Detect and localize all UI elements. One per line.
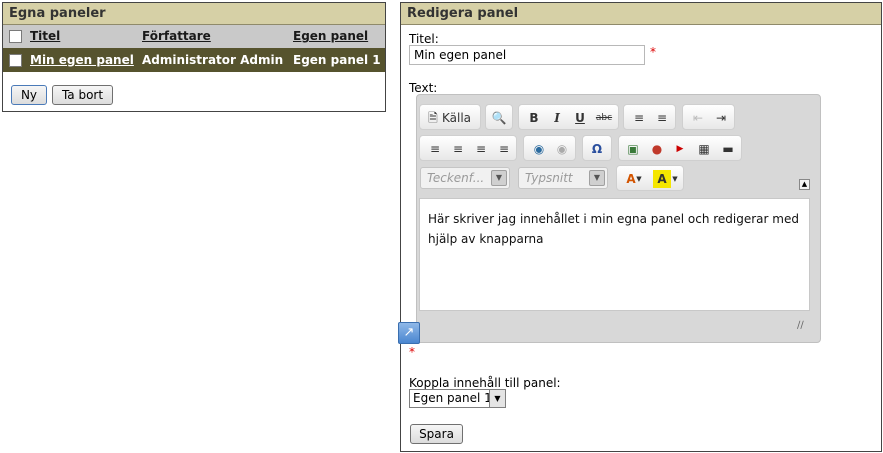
align-center-icon[interactable]: ≡ [449, 140, 467, 158]
bg-color-dropdown-icon[interactable]: ▼ [671, 170, 679, 188]
resize-handle-icon[interactable]: ∕∕ [797, 320, 809, 332]
own-panels-panel: Egna paneler Titel Författare Egen panel… [2, 2, 386, 112]
align-left-icon[interactable]: ≡ [426, 140, 444, 158]
text-color-dropdown-icon[interactable]: ▼ [635, 170, 643, 188]
row-title-link[interactable]: Min egen panel [30, 53, 134, 67]
source-icon[interactable]: 🗎 [424, 109, 442, 127]
own-panels-header: Egna paneler [3, 3, 385, 25]
horizontal-rule-icon[interactable]: ▬ [719, 140, 737, 158]
chevron-down-icon: ▼ [491, 170, 507, 186]
new-button[interactable]: Ny [11, 85, 47, 105]
chevron-down-icon: ▼ [589, 170, 605, 186]
preview-icon[interactable]: 🔍 [490, 109, 508, 127]
font-combo-text: Typsnitt [525, 171, 573, 185]
source-group: 🗎 Källa [419, 104, 481, 130]
link-panel-selected: Egen panel 1 [413, 391, 492, 405]
link-panel-label: Koppla innehåll till panel: [409, 376, 561, 390]
bg-color-button[interactable]: A [653, 170, 671, 188]
omega-icon[interactable]: Ω [588, 140, 606, 158]
title-input[interactable] [409, 45, 645, 65]
image-icon[interactable]: ▣ [624, 140, 642, 158]
row-checkbox[interactable] [9, 54, 22, 67]
editor-content[interactable]: Här skriver jag innehållet i min egna pa… [419, 198, 810, 311]
format-group: B I U abc [518, 104, 619, 130]
outdent-icon[interactable]: ⇤ [689, 109, 707, 127]
strikethrough-button[interactable]: abc [593, 109, 615, 127]
align-group: ≡ ≡ ≡ ≡ [419, 135, 517, 161]
row-panel: Egen panel 1 [293, 53, 381, 67]
italic-button[interactable]: I [548, 109, 566, 127]
indent-group: ⇤ ⇥ [682, 104, 735, 130]
bold-button[interactable]: B [525, 109, 543, 127]
underline-button[interactable]: U [571, 109, 589, 127]
title-label: Titel: [409, 32, 439, 46]
row-author: Administrator Admin [142, 53, 284, 67]
bullet-list-icon[interactable]: ≡ [653, 109, 671, 127]
align-right-icon[interactable]: ≡ [472, 140, 490, 158]
format-combo-text: Teckenf... [427, 171, 485, 185]
text-label: Text: [409, 81, 438, 95]
save-button[interactable]: Spara [410, 424, 463, 444]
column-panel[interactable]: Egen panel [293, 29, 368, 43]
expand-icon[interactable]: ↗ [398, 322, 420, 344]
edit-panel-header: Redigera panel [401, 3, 881, 25]
color-group: A ▼ A ▼ [616, 165, 684, 191]
chevron-down-icon: ▼ [489, 390, 505, 407]
insert-group: ▣ ● ▶ ▦ ▬ [618, 135, 742, 161]
text-required-mark: * [409, 345, 415, 359]
flash-icon[interactable]: ● [648, 140, 666, 158]
table-header: Titel Författare Egen panel [3, 25, 385, 48]
font-combo[interactable]: Typsnitt ▼ [518, 167, 608, 189]
column-author[interactable]: Författare [142, 29, 211, 43]
table-row[interactable]: Min egen panel Administrator Admin Egen … [3, 48, 385, 72]
preview-group: 🔍 [485, 104, 513, 130]
special-char-group: Ω [582, 135, 612, 161]
align-justify-icon[interactable]: ≡ [495, 140, 513, 158]
title-required-mark: * [650, 45, 656, 59]
delete-button[interactable]: Ta bort [52, 85, 113, 105]
indent-icon[interactable]: ⇥ [712, 109, 730, 127]
numbered-list-icon[interactable]: ≡ [630, 109, 648, 127]
link-panel-select[interactable]: Egen panel 1 ▼ [409, 389, 506, 408]
table-icon[interactable]: ▦ [695, 140, 713, 158]
collapse-toolbar-icon[interactable]: ▲ [799, 179, 810, 190]
youtube-icon[interactable]: ▶ [671, 140, 689, 158]
link-icon[interactable]: ◉ [530, 140, 548, 158]
select-all-checkbox[interactable] [9, 30, 22, 43]
list-group: ≡ ≡ [623, 104, 676, 130]
source-label[interactable]: Källa [442, 109, 478, 127]
format-combo[interactable]: Teckenf... ▼ [420, 167, 510, 189]
column-title[interactable]: Titel [30, 29, 60, 43]
unlink-icon[interactable]: ◉ [553, 140, 571, 158]
link-group: ◉ ◉ [523, 135, 576, 161]
